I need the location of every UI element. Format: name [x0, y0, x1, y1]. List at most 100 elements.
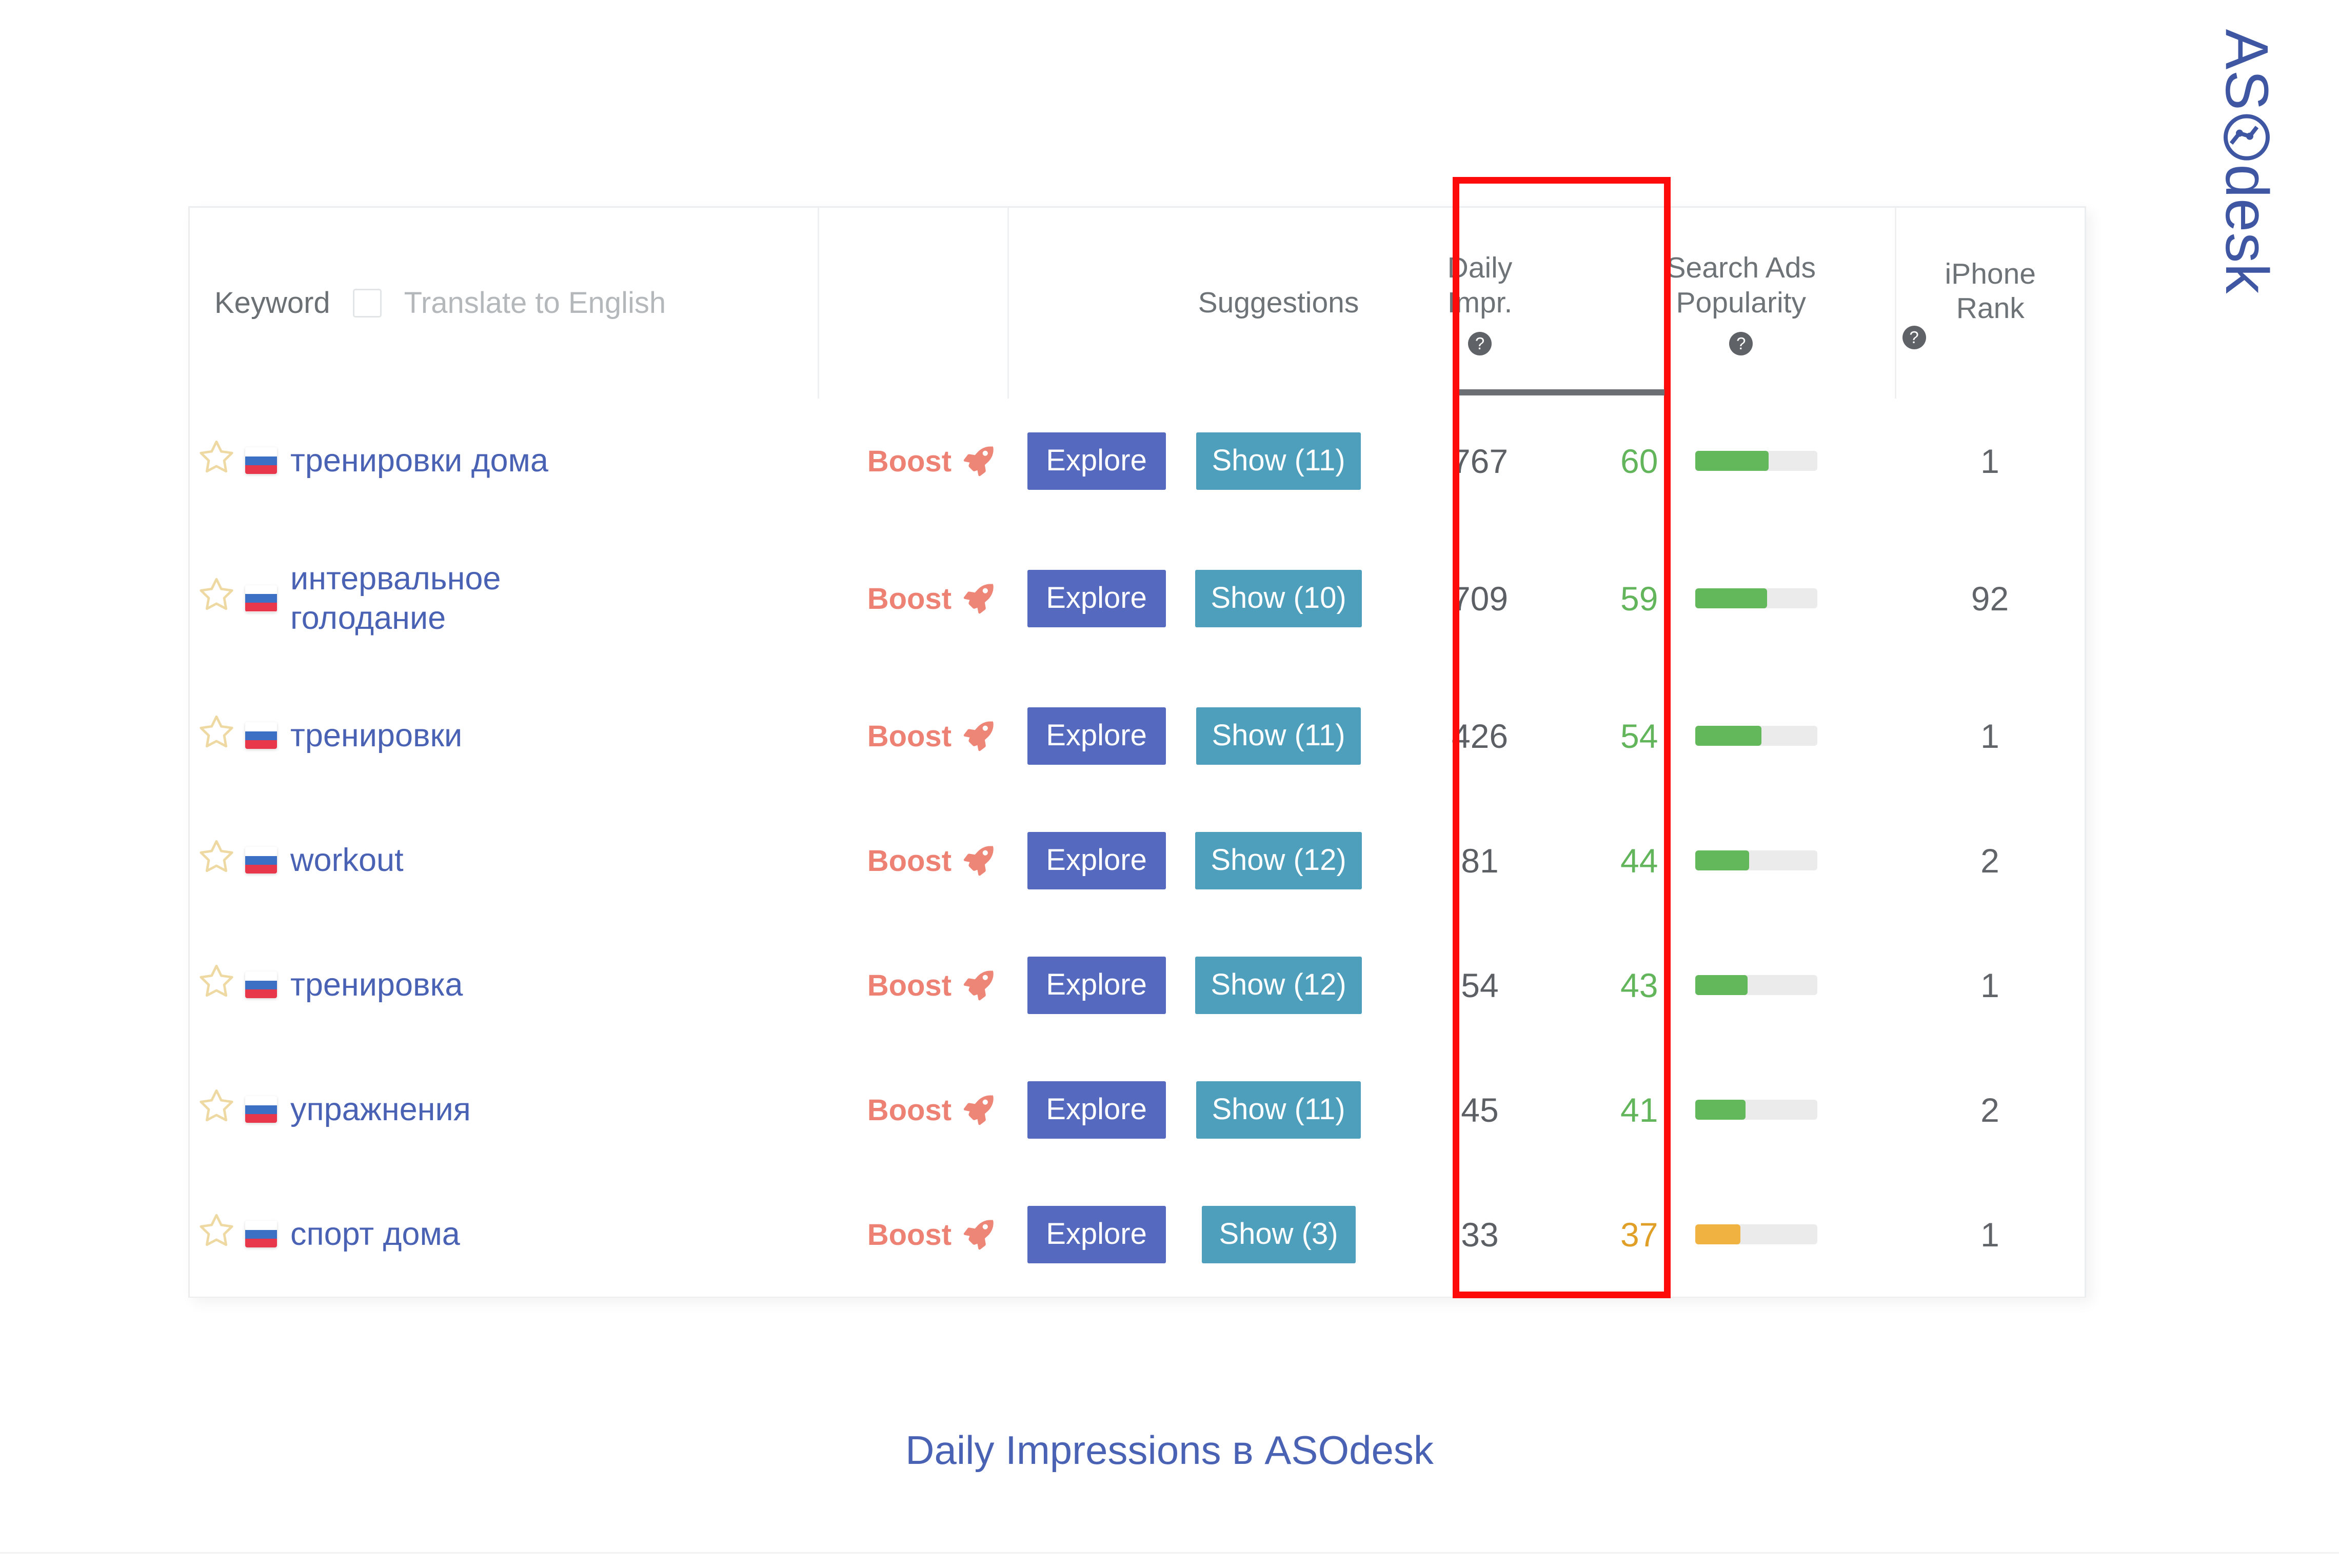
favorite-cell: [190, 1047, 236, 1172]
explore-button[interactable]: Explore: [1027, 569, 1166, 627]
star-outline-icon[interactable]: [197, 575, 236, 614]
star-outline-icon[interactable]: [197, 438, 236, 477]
show-suggestions-button[interactable]: Show (11): [1196, 432, 1361, 490]
flag-ru-icon: [245, 1221, 277, 1248]
search-ads-popularity-value: 54: [1620, 717, 1658, 755]
explore-button[interactable]: Explore: [1027, 432, 1166, 490]
star-outline-icon[interactable]: [197, 712, 236, 751]
keyword-cell: упражнения: [236, 1047, 819, 1172]
search-ads-help-icon[interactable]: ?: [1729, 331, 1753, 355]
show-suggestions-button[interactable]: Show (10): [1195, 569, 1362, 627]
keyword-link[interactable]: интервальное голодание: [290, 559, 619, 638]
search-ads-popularity-value: 59: [1620, 579, 1658, 618]
keyword-link[interactable]: спорт дома: [290, 1215, 460, 1254]
search-ads-popularity-cell: 44: [1588, 798, 1896, 923]
search-ads-popularity-value: 44: [1620, 841, 1658, 880]
search-ads-popularity-cell: 43: [1588, 923, 1896, 1047]
show-suggestions-button[interactable]: Show (11): [1196, 707, 1361, 765]
search-ads-popularity-value: 60: [1620, 442, 1658, 480]
header-suggestions[interactable]: Suggestions: [1185, 208, 1373, 399]
daily-impressions-value: 81: [1372, 798, 1588, 923]
explore-cell: Explore: [1008, 798, 1185, 923]
header-search-ads-popularity[interactable]: Search Ads Popularity ?: [1588, 208, 1896, 399]
iphone-rank-help-icon[interactable]: ?: [1902, 326, 1926, 350]
star-outline-icon[interactable]: [197, 1086, 236, 1125]
daily-impressions-value: 709: [1372, 523, 1588, 673]
explore-cell: Explore: [1008, 1047, 1185, 1172]
boost-button[interactable]: Boost: [867, 1091, 997, 1128]
boost-button[interactable]: Boost: [867, 1216, 997, 1253]
iphone-rank-value: 1: [1895, 399, 2085, 523]
show-suggestions-button[interactable]: Show (3): [1201, 1205, 1356, 1263]
keyword-cell: спорт дома: [236, 1172, 819, 1297]
iphone-rank-value: 1: [1895, 1172, 2085, 1297]
explore-button[interactable]: Explore: [1027, 1081, 1166, 1139]
show-suggestions-button[interactable]: Show (12): [1195, 831, 1362, 889]
star-outline-icon[interactable]: [197, 1211, 236, 1250]
rocket-icon: [960, 443, 997, 480]
suggestions-cell: Show (11): [1185, 1047, 1373, 1172]
favorite-cell: [190, 798, 236, 923]
keyword-cell: тренировка: [236, 923, 819, 1047]
keyword-link[interactable]: тренировки: [290, 716, 462, 756]
boost-button[interactable]: Boost: [867, 842, 997, 879]
boost-button[interactable]: Boost: [867, 443, 997, 480]
table-row: тренировки дома Boost Explore Show (11) 767 6…: [190, 399, 2085, 523]
rocket-icon: [960, 842, 997, 879]
show-suggestions-button[interactable]: Show (11): [1196, 1081, 1361, 1139]
search-ads-popularity-cell: 59: [1588, 523, 1896, 673]
search-ads-popularity-value: 43: [1620, 966, 1658, 1004]
boost-button[interactable]: Boost: [867, 967, 997, 1004]
rocket-icon: [960, 967, 997, 1004]
table-header: Keyword Translate to English Suggestions…: [190, 208, 2085, 399]
suggestions-cell: Show (12): [1185, 798, 1373, 923]
flag-ru-icon: [245, 847, 277, 874]
search-ads-popularity-bar: [1695, 451, 1818, 471]
header-iphone-rank[interactable]: iPhone Rank ?: [1894, 208, 2085, 399]
explore-cell: Explore: [1008, 923, 1185, 1047]
iphone-rank-value: 1: [1895, 673, 2085, 798]
explore-cell: Explore: [1008, 399, 1185, 523]
header-keyword: Keyword Translate to English: [190, 208, 819, 399]
translate-to-english-checkbox[interactable]: [352, 289, 382, 317]
explore-button[interactable]: Explore: [1027, 831, 1166, 889]
explore-button[interactable]: Explore: [1027, 1205, 1166, 1263]
boost-button[interactable]: Boost: [867, 718, 997, 755]
search-ads-popularity-bar: [1695, 1100, 1818, 1120]
iphone-rank-value: 1: [1895, 923, 2085, 1047]
search-ads-popularity-cell: 54: [1588, 673, 1896, 798]
suggestions-cell: Show (11): [1185, 399, 1373, 523]
suggestions-header-label: Suggestions: [1198, 286, 1359, 320]
keyword-cell: тренировки дома: [236, 399, 819, 523]
search-ads-popularity-bar: [1695, 1224, 1818, 1244]
boost-button[interactable]: Boost: [867, 580, 997, 617]
search-ads-popularity-bar: [1695, 726, 1818, 746]
explore-button[interactable]: Explore: [1027, 707, 1166, 765]
star-outline-icon[interactable]: [197, 962, 236, 1001]
flag-ru-icon: [245, 585, 277, 612]
table-body: тренировки дома Boost Explore Show (11) 767 6…: [190, 399, 2085, 1297]
header-daily-impressions[interactable]: Daily Impr. ?: [1372, 208, 1588, 399]
boost-cell: Boost: [818, 673, 1008, 798]
show-suggestions-button[interactable]: Show (12): [1195, 956, 1362, 1014]
table-row: интервальное голодание Boost Explore Show (…: [190, 523, 2085, 673]
translate-to-english-label[interactable]: Translate to English: [404, 286, 666, 321]
iphone-rank-value: 92: [1895, 523, 2085, 673]
daily-impr-help-icon[interactable]: ?: [1468, 331, 1492, 355]
search-ads-line1: Search Ads: [1666, 251, 1816, 285]
explore-button[interactable]: Explore: [1027, 956, 1166, 1014]
search-ads-popularity-cell: 41: [1588, 1047, 1896, 1172]
header-boost-spacer: [817, 208, 1008, 399]
keyword-link[interactable]: тренировка: [290, 965, 463, 1005]
keyword-link[interactable]: упражнения: [290, 1090, 471, 1129]
star-outline-icon[interactable]: [197, 837, 236, 876]
boost-label: Boost: [867, 844, 952, 878]
keyword-link[interactable]: тренировки дома: [290, 441, 548, 481]
favorite-cell: [190, 523, 236, 673]
keyword-link[interactable]: workout: [290, 841, 404, 880]
boost-cell: Boost: [818, 399, 1008, 523]
rocket-icon: [960, 580, 997, 617]
globe-o-icon: [2222, 113, 2271, 162]
boost-cell: Boost: [818, 523, 1008, 673]
search-ads-popularity-cell: 60: [1588, 399, 1896, 523]
